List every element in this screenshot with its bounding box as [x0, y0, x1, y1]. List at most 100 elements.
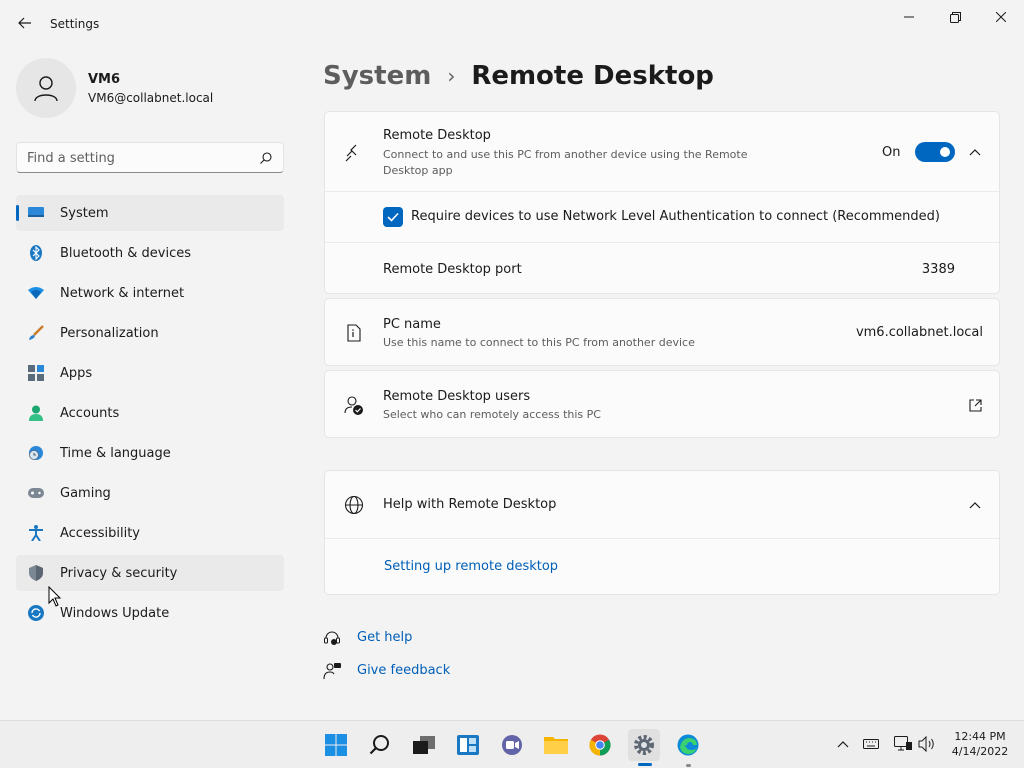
- sidebar-item-personalization[interactable]: Personalization: [16, 315, 284, 351]
- taskbar-clock-date[interactable]: 4/14/2022: [947, 745, 1013, 758]
- gamepad-icon: [28, 485, 44, 501]
- remote-desktop-description: Connect to and use this PC from another …: [383, 148, 748, 177]
- remote-desktop-title: Remote Desktop: [383, 128, 491, 143]
- apps-icon: [28, 365, 44, 381]
- chevron-up-icon[interactable]: [967, 144, 983, 160]
- help-title: Help with Remote Desktop: [383, 497, 557, 512]
- nla-checkbox[interactable]: [383, 207, 403, 227]
- globe-clock-icon: [28, 445, 44, 461]
- monitor-icon: [28, 205, 44, 221]
- restore-button[interactable]: [932, 4, 978, 30]
- sidebar-item-time-language[interactable]: Time & language: [16, 435, 284, 471]
- edge-icon[interactable]: [672, 729, 704, 761]
- start-icon[interactable]: [320, 729, 352, 761]
- taskbar: [0, 720, 1024, 768]
- running-app-indicator: [686, 764, 691, 767]
- accessibility-icon: [28, 525, 44, 541]
- remote-users-description: Select who can remotely access this PC: [383, 408, 601, 421]
- avatar[interactable]: [16, 58, 76, 118]
- network-icon[interactable]: [894, 735, 912, 753]
- sidebar-nav: System Bluetooth & devices Network & int…: [16, 195, 284, 635]
- breadcrumb-separator: ›: [447, 64, 456, 88]
- pc-name-description: Use this name to connect to this PC from…: [383, 336, 695, 349]
- search-icon[interactable]: [259, 151, 273, 165]
- sidebar-item-label: Accessibility: [60, 525, 140, 541]
- wifi-icon: [28, 285, 44, 301]
- remote-users-title: Remote Desktop users: [383, 389, 531, 404]
- close-button[interactable]: [978, 4, 1024, 30]
- keyboard-icon[interactable]: [862, 735, 880, 753]
- remote-desktop-icon: [343, 142, 365, 164]
- user-email: VM6@collabnet.local: [88, 91, 214, 105]
- get-help-link[interactable]: Get help: [357, 630, 412, 645]
- setting-up-remote-desktop-link[interactable]: Setting up remote desktop: [384, 559, 558, 574]
- taskbar-clock-time[interactable]: 12:44 PM: [950, 730, 1010, 743]
- search-input[interactable]: [27, 149, 257, 167]
- bluetooth-icon: [28, 245, 44, 261]
- sidebar-item-system[interactable]: System: [16, 195, 284, 231]
- help-card: Help with Remote Desktop Setting up remo…: [324, 470, 1000, 595]
- toggle-state-label: On: [882, 145, 901, 160]
- port-label: Remote Desktop port: [383, 262, 522, 277]
- sidebar-item-label: Privacy & security: [60, 565, 178, 581]
- settings-icon[interactable]: [628, 729, 660, 761]
- sidebar-item-bluetooth[interactable]: Bluetooth & devices: [16, 235, 284, 271]
- update-icon: [28, 605, 44, 621]
- active-app-indicator: [638, 763, 652, 766]
- info-file-icon: [343, 322, 365, 344]
- user-name: VM6: [88, 72, 121, 87]
- sidebar-item-label: Windows Update: [60, 605, 170, 621]
- search-icon[interactable]: [364, 729, 396, 761]
- chevron-up-icon[interactable]: [834, 735, 852, 753]
- title-bar: Settings: [0, 0, 1024, 48]
- shield-icon: [28, 565, 44, 581]
- remote-desktop-toggle[interactable]: [915, 142, 955, 162]
- pc-name-title: PC name: [383, 317, 441, 332]
- breadcrumb-parent[interactable]: System: [323, 61, 431, 91]
- checkmark-icon: [387, 212, 399, 222]
- external-link-icon[interactable]: [967, 397, 983, 413]
- file-explorer-icon[interactable]: [540, 729, 572, 761]
- give-feedback-link[interactable]: Give feedback: [357, 663, 450, 678]
- sidebar-item-label: Personalization: [60, 325, 159, 341]
- restore-icon: [949, 11, 961, 23]
- remote-users-card[interactable]: Remote Desktop users Select who can remo…: [324, 370, 1000, 438]
- brush-icon: [28, 325, 44, 341]
- sidebar-item-gaming[interactable]: Gaming: [16, 475, 284, 511]
- search-box[interactable]: [16, 142, 284, 173]
- divider: [325, 242, 999, 243]
- sidebar-item-accessibility[interactable]: Accessibility: [16, 515, 284, 551]
- volume-icon[interactable]: [918, 735, 936, 753]
- divider: [325, 191, 999, 192]
- back-button[interactable]: [14, 12, 36, 34]
- globe-icon: [343, 494, 365, 516]
- chevron-up-icon[interactable]: [967, 497, 983, 513]
- port-value: 3389: [921, 262, 955, 277]
- help-icon: [323, 629, 341, 647]
- mouse-cursor-icon: [48, 586, 62, 607]
- nla-label[interactable]: Require devices to use Network Level Aut…: [411, 209, 940, 224]
- person-icon: [28, 405, 44, 421]
- chrome-icon[interactable]: [584, 729, 616, 761]
- feedback-icon: [323, 662, 341, 680]
- toggle-knob: [940, 147, 950, 157]
- person-icon: [34, 76, 58, 102]
- minimize-icon: [904, 16, 914, 18]
- sidebar-item-network[interactable]: Network & internet: [16, 275, 284, 311]
- sidebar-item-label: Apps: [60, 365, 93, 381]
- pc-name-value: vm6.collabnet.local: [855, 325, 983, 340]
- divider: [325, 538, 999, 539]
- task-view-icon[interactable]: [408, 729, 440, 761]
- chat-icon[interactable]: [496, 729, 528, 761]
- breadcrumb: System › Remote Desktop: [323, 58, 714, 94]
- pc-name-card: PC name Use this name to connect to this…: [324, 298, 1000, 366]
- minimize-button[interactable]: [886, 4, 932, 30]
- sidebar-item-label: Bluetooth & devices: [60, 245, 191, 261]
- sidebar-item-accounts[interactable]: Accounts: [16, 395, 284, 431]
- sidebar-item-apps[interactable]: Apps: [16, 355, 284, 391]
- person-check-icon: [343, 394, 365, 416]
- sidebar-item-label: Time & language: [60, 445, 171, 461]
- sidebar-item-label: Gaming: [60, 485, 111, 501]
- app-title: Settings: [50, 17, 100, 31]
- widgets-icon[interactable]: [452, 729, 484, 761]
